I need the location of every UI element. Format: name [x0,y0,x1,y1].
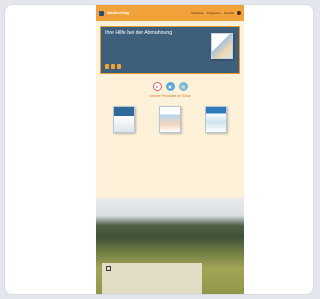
info-overlay-box [102,263,202,294]
hero-button-1[interactable] [105,64,109,69]
hero-banner: Ihre Hilfe bei der Abmahnung [100,26,240,74]
product-list [96,106,244,165]
hero-button-group [105,64,121,69]
hero-button-3[interactable] [117,64,121,69]
nav-item-contact[interactable]: Kontakt [224,11,234,15]
product-card[interactable] [106,106,142,165]
hero-book-cover-image [211,33,233,59]
landscape-photo [96,198,244,294]
cart-icon[interactable] [237,11,241,15]
nav-item-home[interactable]: Startseite [191,11,204,15]
product-image[interactable] [205,106,227,133]
book-icon: ▤ [178,82,188,91]
site-header: Musterverlag Startseite Programm Kontakt [96,5,244,21]
site-logo-text[interactable]: Musterverlag [107,11,129,15]
product-image[interactable] [159,106,181,133]
nav-item-program[interactable]: Programm [207,11,221,15]
circle-icon: ● [152,82,162,91]
document-icon: ▣ [165,82,175,91]
section-title: Unsere Produkte im Shop [149,94,191,98]
browser-card: Musterverlag Startseite Programm Kontakt… [4,4,314,295]
webpage-preview: Musterverlag Startseite Programm Kontakt… [96,5,244,294]
checkbox-icon [106,266,111,271]
feature-icons: ● ▣ ▤ [96,82,244,91]
product-card[interactable] [152,106,188,165]
logo-icon[interactable] [99,10,104,16]
product-card[interactable] [198,106,234,165]
overlay-header [106,266,198,271]
hero-button-2[interactable] [111,64,115,69]
product-image[interactable] [113,106,135,133]
